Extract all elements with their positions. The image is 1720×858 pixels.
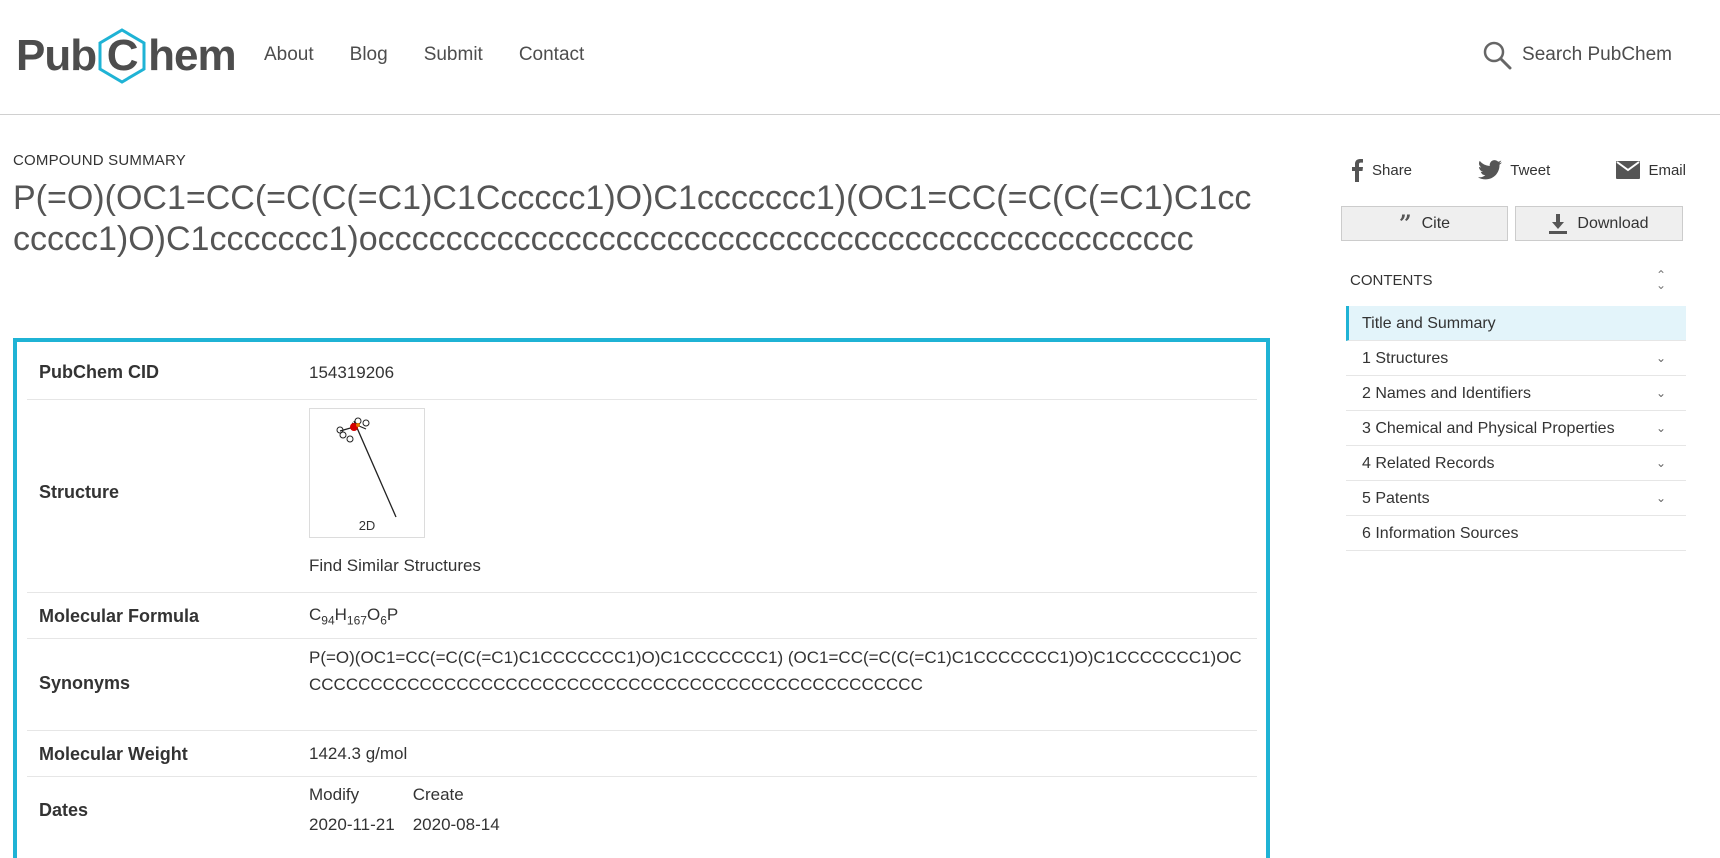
formula-p: P	[386, 605, 399, 624]
chevron-down-icon[interactable]: ⌄	[1656, 411, 1666, 446]
dates-table: Modify 2020-11-21 Create 2020-08-14	[309, 780, 500, 840]
formula-h: H	[334, 605, 347, 624]
formula-label: Molecular Formula	[39, 606, 200, 626]
row-synonyms: Synonyms P(=O)(OC1=CC(=C(C(=C1)C1CCCCCCC…	[27, 639, 1257, 731]
toc-item[interactable]: 1 Structures ⌄	[1346, 341, 1686, 376]
structure-caption: 2D	[358, 518, 376, 533]
tweet-button[interactable]: Tweet	[1478, 158, 1550, 182]
molecular-formula[interactable]: C94H167O6P	[309, 605, 398, 627]
toc-item-label: 5 Patents	[1362, 490, 1430, 507]
toc-item[interactable]: 5 Patents ⌄	[1346, 481, 1686, 516]
structure-2d-image[interactable]: 2D	[309, 408, 425, 538]
download-label: Download	[1577, 214, 1649, 232]
logo-text-right: hem	[148, 31, 236, 80]
modify-column: Modify 2020-11-21	[309, 780, 395, 840]
nav-submit[interactable]: Submit	[424, 44, 483, 66]
toc-item[interactable]: 6 Information Sources	[1346, 516, 1686, 551]
logo-text-mid: C	[106, 31, 139, 80]
find-similar-structures-link[interactable]: Find Similar Structures	[309, 556, 481, 576]
dates-label: Dates	[39, 800, 89, 820]
formula-o: O	[366, 605, 381, 624]
row-cid: PubChem CID 154319206	[27, 342, 1257, 400]
download-icon	[1549, 213, 1568, 234]
formula-o-count: 6	[380, 613, 387, 628]
contents-toc: Title and Summary 1 Structures ⌄ 2 Names an…	[1346, 306, 1686, 551]
toc-item-label: 2 Names and Identifiers	[1362, 385, 1531, 402]
twitter-icon	[1478, 160, 1503, 180]
share-row: Share Tweet Email	[1350, 158, 1686, 182]
main-nav: About Blog Submit Contact	[264, 44, 584, 66]
logo-text-left: Pub	[16, 31, 97, 80]
chevron-down-icon[interactable]: ⌄	[1656, 481, 1666, 516]
compound-summary-kicker: COMPOUND SUMMARY	[13, 152, 186, 169]
email-button[interactable]: Email	[1616, 158, 1686, 182]
collapse-expand-icon[interactable]: ⌃ ⌄	[1656, 269, 1666, 291]
toc-item-label: 1 Structures	[1362, 350, 1449, 367]
mw-value: 1424.3 g/mol	[309, 744, 408, 763]
modify-label: Modify	[309, 785, 360, 804]
download-button[interactable]: Download	[1515, 206, 1683, 241]
chevron-down-icon[interactable]: ⌄	[1656, 446, 1666, 481]
tweet-label: Tweet	[1510, 161, 1551, 179]
share-button[interactable]: Share	[1350, 158, 1412, 182]
site-header: Pub C hem About Blog Submit Contact Sear…	[0, 0, 1720, 115]
toc-item[interactable]: 4 Related Records ⌄	[1346, 446, 1686, 481]
nav-about[interactable]: About	[264, 44, 314, 66]
create-date: 2020-08-14	[412, 815, 500, 834]
toc-item[interactable]: 2 Names and Identifiers ⌄	[1346, 376, 1686, 411]
chevron-down-icon[interactable]: ⌄	[1656, 376, 1666, 411]
structure-label: Structure	[39, 482, 120, 502]
contents-title: CONTENTS	[1350, 272, 1433, 289]
cite-button[interactable]: ” Cite	[1341, 206, 1508, 241]
contents-header: CONTENTS ⌃ ⌄	[1350, 269, 1686, 291]
row-structure: Structure 2D Find Similar Structures	[27, 400, 1257, 593]
cite-label: Cite	[1421, 214, 1451, 232]
search-icon	[1483, 41, 1512, 70]
summary-box: PubChem CID 154319206 Structure 2D Find …	[13, 338, 1270, 858]
chevron-down-icon[interactable]: ⌄	[1656, 341, 1666, 376]
quote-icon: ”	[1398, 210, 1412, 237]
envelope-icon	[1616, 161, 1641, 179]
formula-c-count: 94	[321, 613, 335, 628]
toc-item-label: 3 Chemical and Physical Properties	[1362, 420, 1615, 437]
email-label: Email	[1648, 161, 1686, 179]
toc-item-label: Title and Summary	[1362, 315, 1496, 332]
pubchem-logo[interactable]: Pub C hem	[16, 28, 237, 84]
toc-item[interactable]: Title and Summary	[1346, 306, 1686, 341]
row-molecular-weight: Molecular Weight 1424.3 g/mol	[27, 731, 1257, 777]
row-formula: Molecular Formula C94H167O6P	[27, 593, 1257, 639]
logo-hexagon: C	[97, 28, 147, 84]
cid-label: PubChem CID	[39, 362, 160, 382]
mw-label: Molecular Weight	[39, 744, 188, 764]
toc-item-label: 6 Information Sources	[1362, 525, 1519, 542]
synonym-value: P(=O)(OC1=CC(=C(C(=C1)C1CCCCCCC1)O)C1CCC…	[309, 648, 1242, 694]
molecule-drawing	[336, 417, 397, 518]
row-dates: Dates Modify 2020-11-21 Create 2020-08-1…	[27, 777, 1257, 847]
toc-item-label: 4 Related Records	[1362, 455, 1495, 472]
search-label: Search PubChem	[1522, 44, 1672, 65]
create-column: Create 2020-08-14	[413, 780, 500, 840]
share-label: Share	[1372, 161, 1413, 179]
formula-c: C	[309, 605, 322, 624]
formula-h-count: 167	[346, 613, 367, 628]
modify-date: 2020-11-21	[309, 815, 395, 834]
search-pubchem-button[interactable]: Search PubChem	[1482, 40, 1672, 70]
facebook-icon	[1352, 159, 1363, 182]
toc-item[interactable]: 3 Chemical and Physical Properties ⌄	[1346, 411, 1686, 446]
nav-contact[interactable]: Contact	[519, 44, 584, 66]
create-label: Create	[412, 785, 464, 804]
synonyms-label: Synonyms	[39, 673, 131, 693]
page-title: P(=O)(OC1=CC(=C(C(=C1)C1Cccccc1)O)C1cccc…	[13, 179, 1252, 258]
cid-value: 154319206	[309, 363, 395, 382]
nav-blog[interactable]: Blog	[350, 44, 388, 66]
